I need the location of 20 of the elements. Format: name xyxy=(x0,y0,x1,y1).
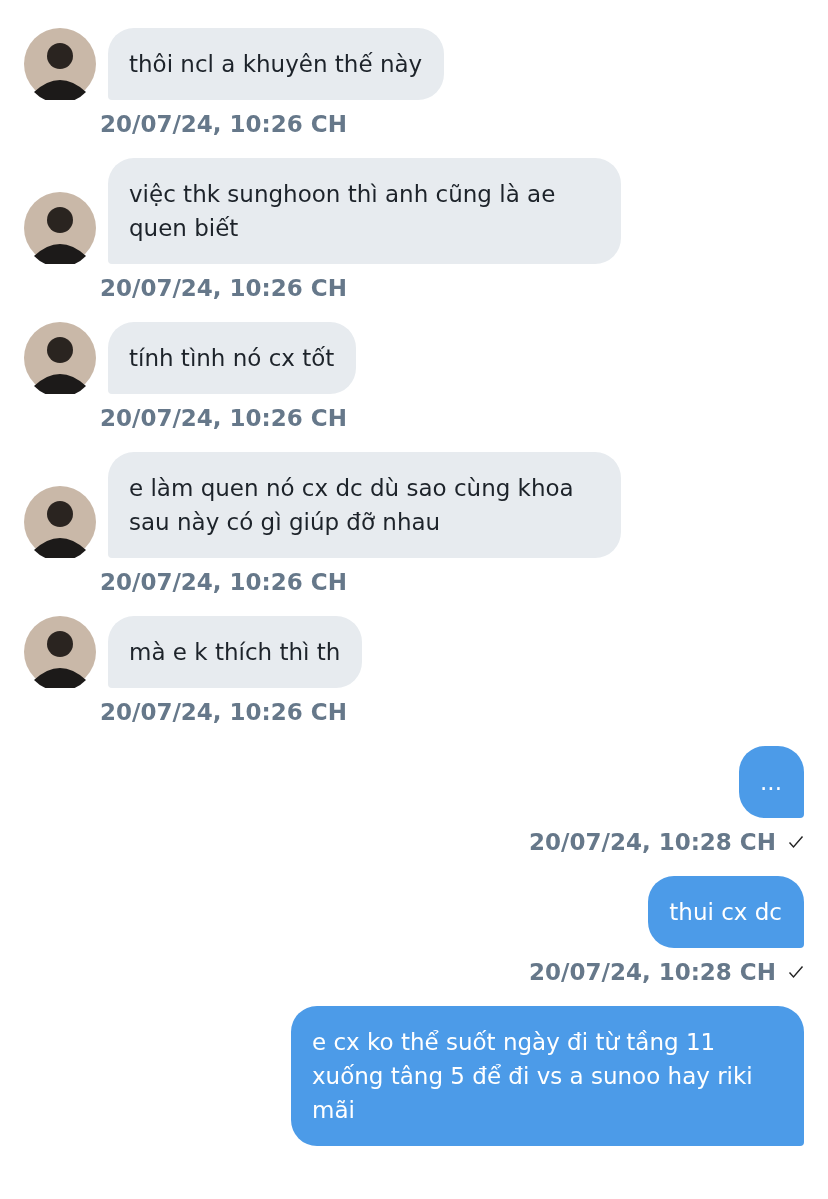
timestamp: 20/07/24, 10:26 CH xyxy=(100,404,347,433)
timestamp: 20/07/24, 10:26 CH xyxy=(100,110,347,139)
avatar xyxy=(24,322,96,394)
message-bubble: ... xyxy=(739,746,804,818)
timestamp: 20/07/24, 10:28 CH xyxy=(529,828,776,857)
message-bubble: thui cx dc xyxy=(648,876,804,948)
avatar xyxy=(24,486,96,558)
message-bubble: mà e k thích thì th xyxy=(108,616,363,688)
avatar xyxy=(24,28,96,100)
message-bubble: tính tình nó cx tốt xyxy=(108,322,357,394)
message-bubble: e làm quen nó cx dc dù sao cùng khoa sau này có gì giúp đỡ nhau xyxy=(108,452,621,558)
timestamp: 20/07/24, 10:26 CH xyxy=(100,698,347,727)
timestamp: 20/07/24, 10:28 CH xyxy=(529,958,776,987)
avatar xyxy=(24,616,96,688)
message-bubble: e cx ko thể suốt ngày đi từ tầng 11 xuống tâng 5 để đi vs a sunoo hay riki mãi xyxy=(291,1006,804,1146)
avatar xyxy=(24,192,96,264)
timestamp: 20/07/24, 10:26 CH xyxy=(100,568,347,597)
timestamp: 20/07/24, 10:26 CH xyxy=(100,274,347,303)
message-bubble: việc thk sunghoon thì anh cũng là ae quen biết xyxy=(108,158,621,264)
message-bubble: thôi ncl a khuyên thế này xyxy=(108,28,445,100)
